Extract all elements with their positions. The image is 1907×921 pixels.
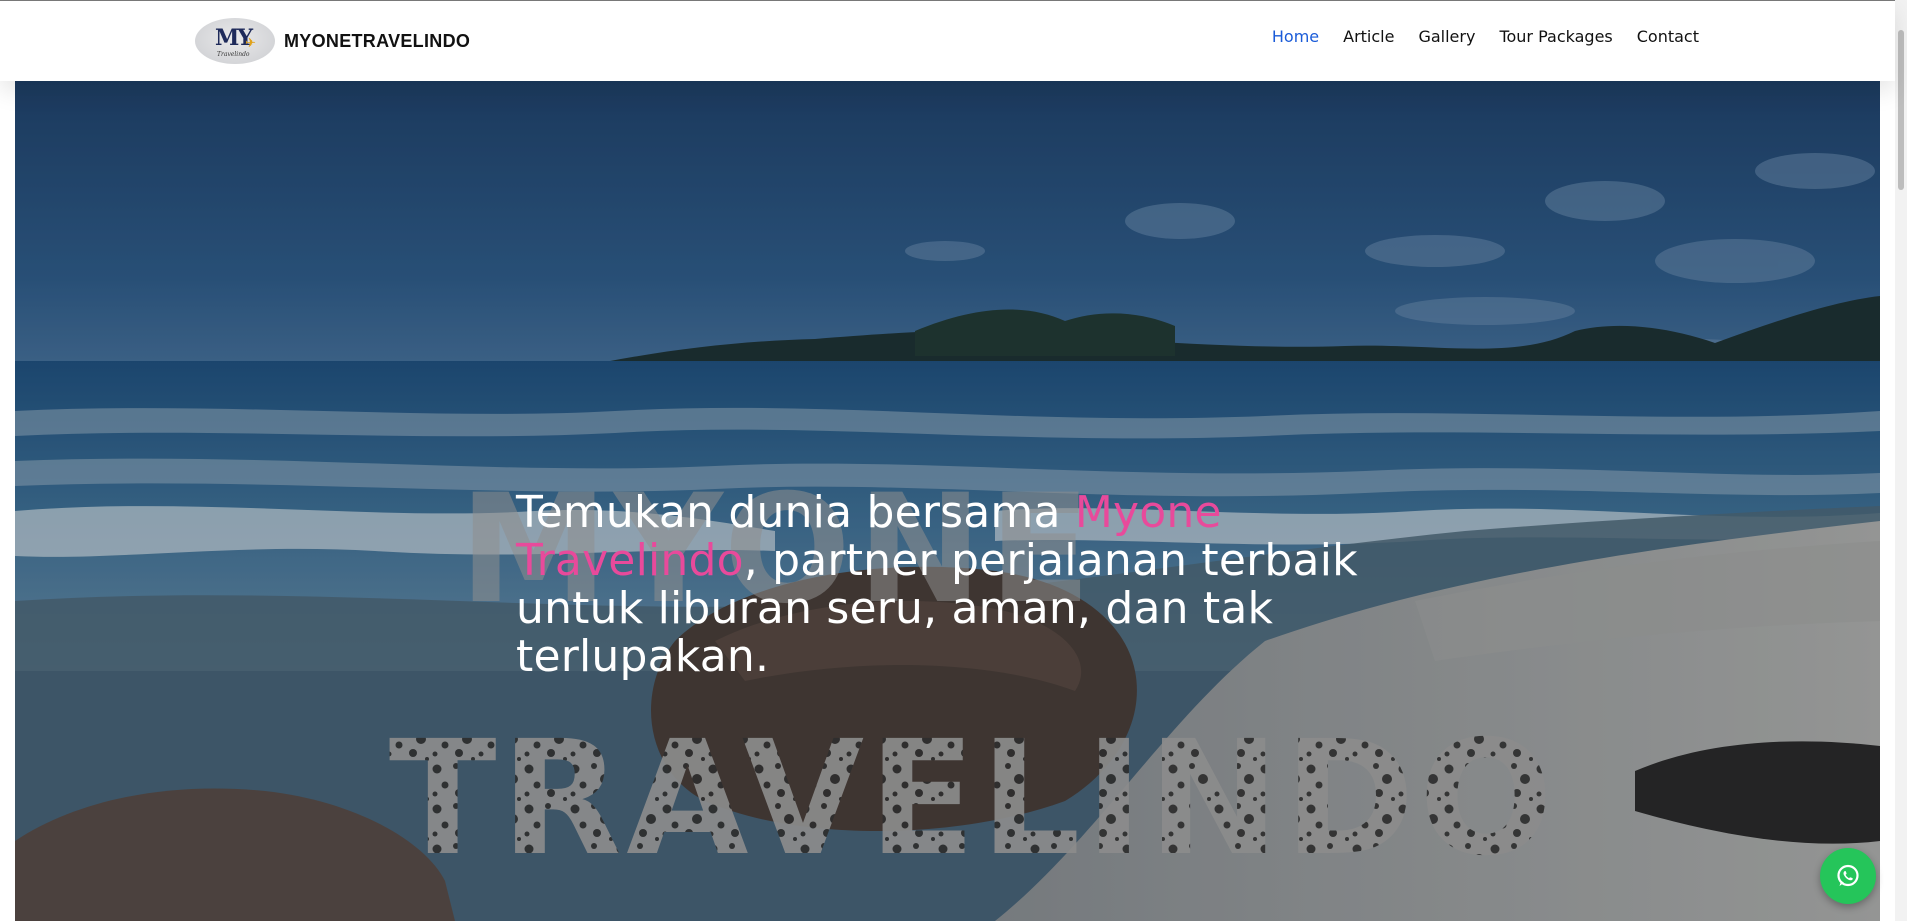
hero-headline-prefix: Temukan dunia bersama bbox=[516, 487, 1075, 538]
logo-script: Travelindo bbox=[217, 51, 250, 58]
main-nav: Home Article Gallery Tour Packages Conta… bbox=[1272, 27, 1699, 46]
hero-headline: Temukan dunia bersama Myone Travelindo, … bbox=[516, 489, 1396, 681]
nav-link-gallery[interactable]: Gallery bbox=[1418, 27, 1475, 46]
nav-link-tour-packages[interactable]: Tour Packages bbox=[1499, 27, 1612, 46]
nav-link-home[interactable]: Home bbox=[1272, 27, 1319, 46]
whatsapp-icon bbox=[1837, 864, 1859, 887]
navbar: MY ✈ Travelindo MYONETRAVELINDO Home Art… bbox=[0, 1, 1895, 81]
brand-name[interactable]: MYONETRAVELINDO bbox=[284, 31, 470, 52]
hero-watermark-line2: TRAVELINDO bbox=[389, 707, 1557, 891]
brand-logo[interactable]: MY ✈ Travelindo bbox=[195, 18, 275, 64]
plane-icon: ✈ bbox=[245, 36, 256, 51]
whatsapp-button[interactable] bbox=[1820, 848, 1876, 904]
nav-link-contact[interactable]: Contact bbox=[1637, 27, 1699, 46]
scrollbar-thumb[interactable] bbox=[1898, 30, 1904, 190]
page: MY ✈ Travelindo MYONETRAVELINDO Home Art… bbox=[0, 0, 1907, 921]
scrollbar-track[interactable] bbox=[1895, 0, 1907, 921]
hero-section: MYONE TRAVELINDO Temukan dunia bersama M… bbox=[15, 81, 1880, 921]
brand[interactable]: MY ✈ Travelindo MYONETRAVELINDO bbox=[195, 16, 470, 66]
nav-link-article[interactable]: Article bbox=[1343, 27, 1394, 46]
